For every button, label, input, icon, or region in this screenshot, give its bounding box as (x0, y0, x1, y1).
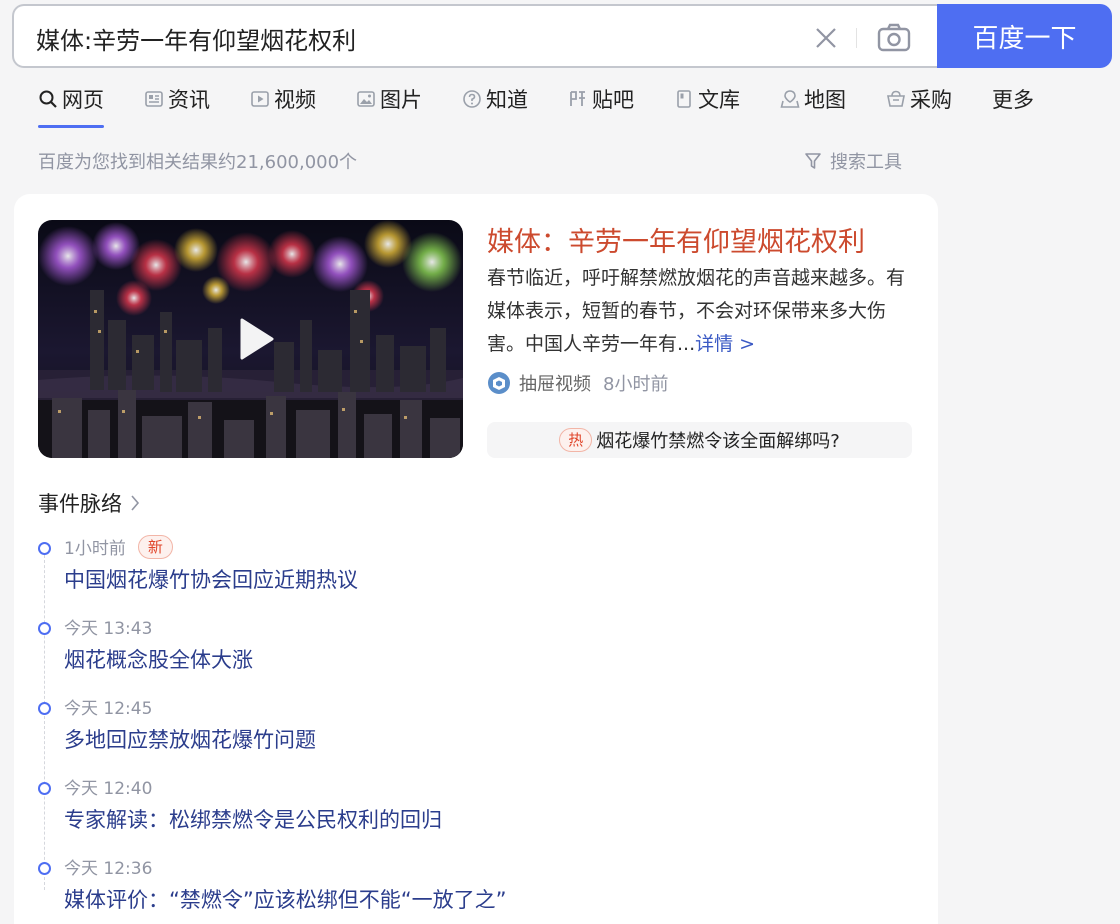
tab-tieba[interactable]: 贴吧 (568, 84, 634, 130)
timeline-link[interactable]: 多地回应禁放烟花爆竹问题 (64, 724, 316, 754)
timeline-title[interactable]: 事件脉络 (38, 488, 140, 518)
timeline-item: 1小时前 新 中国烟花爆竹协会回应近期热议 (38, 530, 898, 610)
tab-wenku[interactable]: 文库 (674, 84, 740, 130)
source-time: 8小时前 (603, 374, 669, 395)
camera-icon (877, 23, 911, 52)
tab-label: 图片 (380, 88, 422, 112)
search-tools-button[interactable]: 搜索工具 (804, 148, 902, 174)
result-count: 百度为您找到相关结果约21,600,000个 (38, 152, 358, 173)
timeline-time: 1小时前 新 (64, 534, 173, 559)
result-card: 媒体：辛劳一年有仰望烟花权利 春节临近，呼吁解禁燃放烟花的声音越来越多。有媒体表… (14, 194, 938, 924)
details-link[interactable]: 详情 > (695, 333, 755, 355)
tieba-icon (570, 91, 585, 106)
timeline-link[interactable]: 烟花概念股全体大涨 (64, 644, 253, 674)
clear-button[interactable] (808, 20, 844, 56)
source-name[interactable]: 抽屉视频 (519, 370, 591, 396)
timeline-link[interactable]: 中国烟花爆竹协会回应近期热议 (64, 564, 358, 594)
search-tools-label: 搜索工具 (830, 152, 902, 173)
tab-label: 视频 (274, 88, 316, 112)
timeline-dot (38, 702, 51, 715)
result-summary: 春节临近，呼吁解禁燃放烟花的声音越来越多。有媒体表示，短暂的春节，不会对环保带来… (487, 262, 917, 361)
tab-web[interactable]: 网页 (38, 84, 104, 130)
result-title-link[interactable]: 媒体：辛劳一年有仰望烟花权利 (487, 220, 865, 259)
timeline-time: 今天 12:45 (64, 699, 153, 719)
play-icon[interactable] (232, 316, 278, 362)
timeline-item: 今天 13:43 烟花概念股全体大涨 (38, 610, 898, 690)
result-source: 抽屉视频 8小时前 (487, 370, 668, 396)
timeline-item: 今天 12:40 专家解读：松绑禁燃令是公民权利的回归 (38, 770, 898, 850)
doc-icon (677, 90, 691, 108)
search-input[interactable] (36, 20, 796, 56)
source-logo-icon (488, 372, 510, 394)
question-icon (463, 90, 481, 108)
search-button[interactable]: 百度一下 (937, 4, 1112, 68)
search-divider (856, 28, 857, 48)
tab-label: 网页 (62, 88, 104, 112)
tab-label: 采购 (910, 88, 952, 112)
filter-icon (805, 153, 821, 169)
chevron-right-icon (131, 495, 140, 511)
search-tabs: 网页 资讯 视频 图片 知道 贴吧 文库 地图 采购 更多 (38, 84, 1034, 130)
timeline-item: 今天 12:36 媒体评价：“禁燃令”应该松绑但不能“一放了之” (38, 850, 898, 924)
timeline-time-text: 1小时前 (64, 539, 126, 559)
timeline-link[interactable]: 专家解读：松绑禁燃令是公民权利的回归 (64, 804, 442, 834)
timeline-time: 今天 13:43 (64, 619, 153, 639)
tab-video[interactable]: 视频 (250, 84, 316, 130)
image-icon (357, 91, 375, 107)
news-icon (145, 91, 163, 107)
timeline-title-text: 事件脉络 (38, 492, 122, 516)
timeline-time: 今天 12:36 (64, 859, 153, 879)
map-icon (780, 90, 800, 108)
tab-label: 知道 (486, 88, 528, 112)
search-bar: 百度一下 (12, 4, 1112, 68)
tab-label: 文库 (698, 88, 740, 112)
search-box (12, 4, 952, 68)
search-icon (39, 90, 57, 108)
close-icon (816, 28, 836, 48)
tab-map[interactable]: 地图 (780, 84, 846, 130)
timeline-time: 今天 12:40 (64, 779, 153, 799)
timeline-dot (38, 862, 51, 875)
timeline-dot (38, 542, 51, 555)
tab-news[interactable]: 资讯 (144, 84, 210, 130)
tab-purchase[interactable]: 采购 (886, 84, 952, 130)
hot-topic-link[interactable]: 热 烟花爆竹禁燃令该全面解绑吗? (487, 422, 912, 458)
image-search-button[interactable] (874, 20, 914, 56)
timeline-item: 今天 12:45 多地回应禁放烟花爆竹问题 (38, 690, 898, 770)
tab-images[interactable]: 图片 (356, 84, 422, 130)
event-timeline: 1小时前 新 中国烟花爆竹协会回应近期热议 今天 13:43 烟花概念股全体大涨… (38, 530, 898, 924)
timeline-dot (38, 622, 51, 635)
new-badge: 新 (137, 534, 173, 559)
basket-icon (887, 90, 905, 107)
timeline-link[interactable]: 媒体评价：“禁燃令”应该松绑但不能“一放了之” (64, 884, 507, 914)
tab-zhidao[interactable]: 知道 (462, 84, 528, 130)
tab-label: 资讯 (168, 88, 210, 112)
tab-more[interactable]: 更多 (992, 84, 1034, 130)
video-thumbnail[interactable] (38, 220, 463, 458)
tab-label: 地图 (804, 88, 846, 112)
video-icon (251, 91, 269, 107)
hot-badge: 热 (559, 428, 593, 452)
tab-label: 更多 (992, 88, 1034, 112)
timeline-dot (38, 782, 51, 795)
hot-topic-text: 烟花爆竹禁燃令该全面解绑吗? (596, 431, 840, 452)
tab-label: 贴吧 (592, 88, 634, 112)
